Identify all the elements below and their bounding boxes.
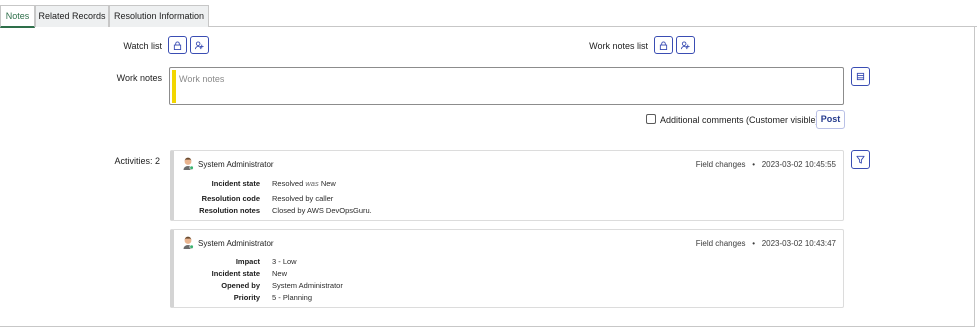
templates-button[interactable] xyxy=(851,67,870,86)
work-notes-list-label: Work notes list xyxy=(589,41,648,51)
watch-list-lock-button[interactable] xyxy=(168,36,187,54)
filter-icon xyxy=(856,155,865,164)
tab-bar: Notes Related Records Resolution Informa… xyxy=(0,0,977,28)
templates-icon xyxy=(856,72,865,81)
field-value: Resolved by caller xyxy=(272,194,334,203)
activity-timestamp: 2023-03-02 10:45:55 xyxy=(761,160,836,169)
activity-type: Field changes xyxy=(695,160,746,169)
field-name: Priority xyxy=(233,293,260,302)
lock-icon xyxy=(659,40,668,50)
field-name: Opened by xyxy=(221,281,260,290)
separator-dot: • xyxy=(747,160,760,169)
activity-timestamp: 2023-03-02 10:43:47 xyxy=(761,239,836,248)
activity-author: System Administrator xyxy=(198,239,274,248)
add-user-icon xyxy=(681,40,690,49)
watch-list-label: Watch list xyxy=(123,41,162,51)
separator-dot: • xyxy=(747,239,760,248)
avatar xyxy=(183,157,194,170)
field-new-value: Resolved xyxy=(272,179,304,188)
activity-filter-button[interactable] xyxy=(851,150,870,169)
field-value: System Administrator xyxy=(272,281,343,290)
field-was-label: was xyxy=(305,179,319,188)
field-value: Closed by AWS DevOpsGuru. xyxy=(272,206,372,215)
field-value: New xyxy=(272,269,288,278)
work-notes-input[interactable] xyxy=(179,71,829,87)
tab-related-records[interactable]: Related Records xyxy=(35,5,109,27)
tab-notes[interactable]: Notes xyxy=(0,5,35,28)
add-user-icon xyxy=(195,40,204,49)
additional-comments-label: Additional comments (Customer visible) xyxy=(660,115,819,125)
mandatory-indicator xyxy=(172,70,176,103)
work-notes-field[interactable] xyxy=(169,67,844,105)
activity-type: Field changes xyxy=(695,239,746,248)
field-value: Resolved was New xyxy=(272,179,336,188)
activity-meta: Field changes • 2023-03-02 10:45:55 xyxy=(696,160,836,169)
field-name: Incident state xyxy=(211,179,260,188)
activity-entry: System Administrator Field changes • 202… xyxy=(170,229,844,308)
additional-comments-checkbox[interactable] xyxy=(646,114,656,124)
field-name: Resolution code xyxy=(201,194,260,203)
field-value: 3 - Low xyxy=(272,257,297,266)
work-notes-label: Work notes xyxy=(116,73,162,83)
watch-list-add-user-button[interactable] xyxy=(190,36,209,54)
lock-icon xyxy=(173,40,182,50)
work-notes-list-add-user-button[interactable] xyxy=(676,36,695,54)
work-notes-list-lock-button[interactable] xyxy=(654,36,673,54)
activity-entry: System Administrator Field changes • 202… xyxy=(170,150,844,221)
field-previous-value: New xyxy=(320,179,336,188)
activities-count: Activities: 2 xyxy=(114,156,160,166)
tab-resolution-information[interactable]: Resolution Information xyxy=(109,5,209,27)
field-value: 5 - Planning xyxy=(272,293,313,302)
activity-meta: Field changes • 2023-03-02 10:43:47 xyxy=(696,239,836,248)
field-name: Incident state xyxy=(211,269,260,278)
field-name: Impact xyxy=(235,257,260,266)
avatar xyxy=(183,236,194,249)
field-name: Resolution notes xyxy=(199,206,260,215)
post-button[interactable]: Post xyxy=(816,110,845,129)
activity-author: System Administrator xyxy=(198,160,274,169)
